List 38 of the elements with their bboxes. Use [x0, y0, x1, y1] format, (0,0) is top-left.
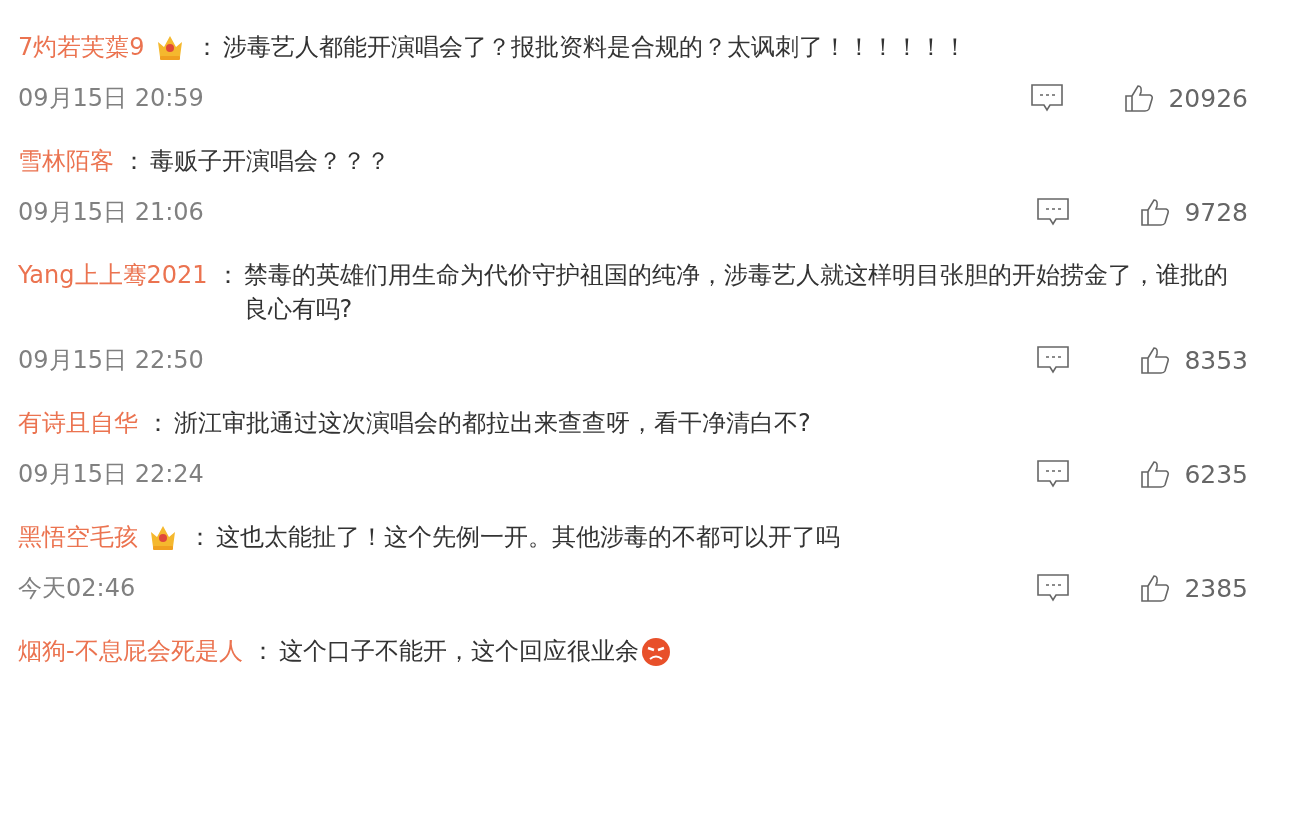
username[interactable]: 雪林陌客	[18, 144, 114, 178]
like-button[interactable]: 2385	[1130, 573, 1248, 603]
comment-text: 禁毒的英雄们用生命为代价守护祖国的纯净，涉毒艺人就这样明目张胆的开始捞金了，谁批的良心有吗?	[242, 260, 1229, 325]
comment-text: 浙江审批通过这次演唱会的都拉出来查查呀，看干净清白不?	[173, 408, 811, 439]
comment-icon[interactable]	[1030, 83, 1065, 113]
thumbs-up-icon	[1140, 345, 1171, 375]
comment-icon[interactable]	[1036, 573, 1070, 603]
colon: ：	[193, 32, 219, 63]
comment-text: 毒贩子开演唱会？？？	[149, 146, 390, 177]
timestamp: 今天02:46	[18, 573, 136, 604]
comment-text: 涉毒艺人都能开演唱会了？报批资料是合规的？太讽刺了！！！！！！	[221, 32, 967, 63]
colon: ：	[187, 522, 212, 553]
thumbs-up-icon	[1140, 573, 1171, 603]
thumbs-up-icon	[1124, 83, 1155, 113]
username[interactable]: 有诗且自华	[18, 406, 138, 440]
like-button[interactable]: 20926	[1124, 83, 1248, 113]
username[interactable]: 黑悟空毛孩	[18, 520, 138, 554]
comment-text: 这个口子不能开，这个回应很业余	[274, 634, 671, 668]
username[interactable]: 7灼若芙蕖9	[18, 30, 145, 64]
timestamp: 09月15日 22:24	[18, 459, 204, 490]
username[interactable]: 烟狗-不息屁会死是人	[18, 634, 243, 668]
colon: ：	[214, 260, 240, 291]
thumbs-up-icon	[1140, 459, 1171, 489]
timestamp: 09月15日 20:59	[18, 83, 204, 114]
colon: ：	[121, 146, 146, 177]
colon: ：	[145, 408, 170, 439]
like-button[interactable]: 8353	[1130, 345, 1248, 375]
timestamp: 09月15日 21:06	[18, 197, 204, 228]
like-button[interactable]: 6235	[1130, 459, 1248, 489]
thumbs-up-icon	[1140, 197, 1171, 227]
comment-icon[interactable]	[1036, 345, 1070, 375]
comment-icon[interactable]	[1036, 459, 1070, 489]
like-button[interactable]: 9728	[1130, 197, 1248, 227]
comment-text: 这也太能扯了！这个先例一开。其他涉毒的不都可以开了吗	[215, 522, 840, 553]
colon: ：	[249, 636, 275, 667]
username[interactable]: Yang上上骞2021	[18, 258, 208, 292]
comment-icon[interactable]	[1036, 197, 1070, 227]
timestamp: 09月15日 22:50	[18, 345, 204, 376]
